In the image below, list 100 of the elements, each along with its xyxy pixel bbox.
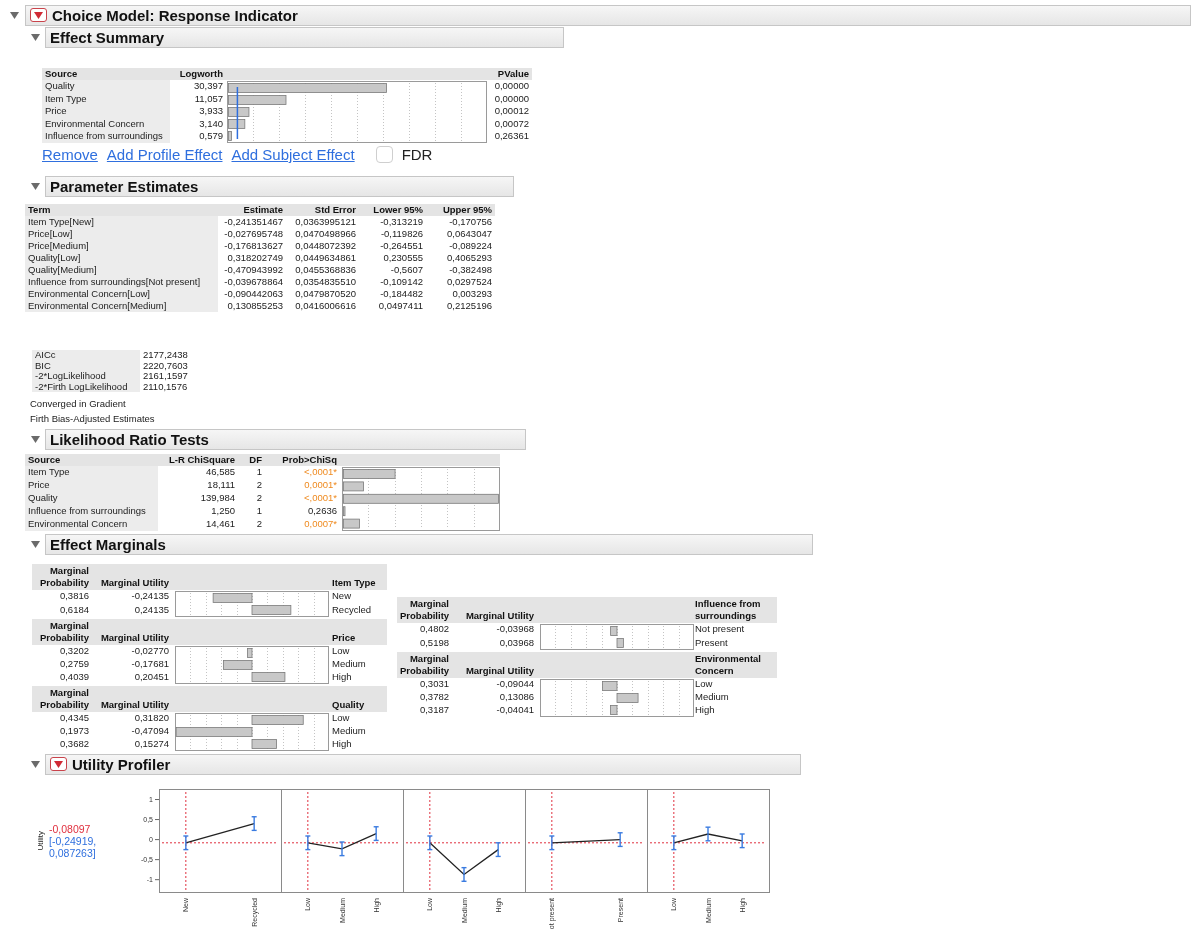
table-cell-text: High [331, 738, 353, 752]
table-cell: Environmental Concern[Low] [25, 288, 218, 300]
table-cell-text: High [694, 704, 716, 718]
table-cell: -2*Firth LogLikelihood [32, 381, 140, 392]
table-cell-text: 0,00000 [493, 80, 530, 93]
table-cell-text: 0,5198 [418, 636, 450, 650]
table-cell-text: 0,0455368836 [294, 264, 357, 276]
table-cell-text: 0,20451 [133, 671, 170, 685]
table-cell-text: 0,0643047 [446, 228, 493, 240]
table-cell-text: Low [694, 678, 714, 692]
table-cell-text: 3,933 [198, 105, 224, 118]
table-cell: AICc [32, 350, 140, 361]
table-cell-text: -0,02770 [130, 645, 170, 659]
table-cell: Price [42, 105, 170, 118]
table-cell-text: 0,3031 [418, 678, 450, 692]
column-header: Lower 95% [372, 204, 424, 216]
section-title: Choice Model: Response Indicator [52, 6, 298, 24]
column-header: Marginal Utility [464, 664, 535, 679]
table-cell: Quality [42, 80, 170, 93]
table-cell-text: -0,109142 [379, 276, 424, 288]
column-header: Prob>ChiSq [281, 454, 338, 467]
table-cell-text: 18,111 [206, 479, 236, 493]
table-cell-text: -0,470943992 [223, 264, 284, 276]
column-header: Marginal Probability [399, 597, 451, 624]
column-header: Marginal Utility [99, 698, 170, 713]
table-cell-text: High [331, 671, 353, 685]
table-cell-text: 2177,2438 [142, 350, 189, 361]
table-cell-text: 0,2759 [58, 658, 90, 672]
column-header: DF [248, 454, 263, 467]
column-header: L-R ChiSquare [168, 454, 236, 467]
column-header: Logworth [178, 68, 224, 80]
table-cell-text: 1,250 [210, 505, 236, 519]
table-cell-text: 2 [255, 492, 263, 506]
table-cell-text: Recycled [331, 603, 373, 617]
table-cell-text: 2 [255, 518, 263, 532]
table-cell-text: -0,264551 [379, 240, 424, 252]
table-cell-text: -0,170756 [448, 216, 493, 228]
section-title: Parameter Estimates [50, 177, 199, 195]
table-cell-text: Medium [694, 691, 730, 705]
table-cell-text: 11,057 [193, 92, 224, 106]
table-cell-text: 0,003293 [451, 288, 493, 300]
table-cell-text: -0,090442063 [223, 288, 284, 300]
table-cell-text: -0,089224 [448, 240, 493, 252]
column-header: Influence from surroundings [694, 597, 762, 624]
table-cell: Influence from surroundings[Not present] [25, 276, 218, 288]
table-cell-text: -0,039678864 [223, 276, 284, 288]
table-cell-text: 1 [255, 505, 263, 519]
table-cell-text: 3,140 [198, 117, 224, 131]
table-cell-text: 0,2125196 [446, 300, 493, 312]
table-cell: Influence from surroundings [42, 130, 170, 143]
column-header: Marginal Probability [38, 619, 90, 646]
table-cell-text: 0,579 [198, 130, 224, 143]
table-cell-text: 0,00072 [493, 117, 530, 131]
table-cell-text: 0,0363995121 [294, 216, 357, 228]
table-cell-text: -0,176813627 [223, 240, 284, 252]
table-cell-text: Present [694, 636, 729, 650]
section-title: Likelihood Ratio Tests [50, 430, 209, 448]
table-cell-text: 0,4039 [58, 671, 90, 685]
table-cell-text: 0,03968 [498, 636, 535, 650]
table-cell-text: 0,130855253 [226, 300, 284, 312]
table-cell-text: 14,461 [204, 518, 236, 532]
table-cell-text: -0,5607 [389, 264, 424, 276]
table-cell-text: 0,0007* [303, 518, 338, 532]
table-cell-text: 0,4065293 [446, 252, 493, 264]
table-cell-text: Low [331, 712, 351, 726]
table-cell-text: 1 [255, 466, 263, 480]
table-cell-text: 0,00000 [493, 92, 530, 106]
table-cell: BIC [32, 360, 140, 371]
column-header: Environmental Concern [694, 652, 762, 679]
table-cell-text: 0,0449634861 [294, 252, 357, 264]
table-cell: Price [25, 479, 158, 493]
table-cell-text: 30,397 [192, 80, 224, 93]
table-cell-text: -0,313219 [379, 216, 424, 228]
table-cell: Price[Low] [25, 228, 218, 240]
column-header: Quality [331, 698, 366, 713]
table-cell: Price[Medium] [25, 240, 218, 252]
table-cell: Environmental Concern[Medium] [25, 300, 218, 312]
column-header: Price [331, 631, 357, 646]
table-cell-text: -0,119826 [379, 228, 424, 240]
table-cell-text: -0,17681 [130, 658, 170, 672]
table-cell-text: Low [331, 645, 351, 659]
status-note: Firth Bias-Adjusted Estimates [30, 412, 156, 426]
table-cell-text: 139,984 [199, 492, 236, 506]
table-cell-text: Medium [331, 725, 367, 739]
table-cell-text: 0,3816 [58, 590, 90, 604]
column-header: Marginal Probability [399, 652, 451, 679]
table-cell-text: 0,230555 [382, 252, 424, 264]
section-title: Utility Profiler [72, 755, 171, 773]
column-header: Marginal Probability [38, 686, 90, 713]
table-cell: Quality [25, 492, 158, 506]
table-cell-text: Not present [694, 623, 746, 637]
column-header: Marginal Utility [99, 576, 170, 591]
column-header: Source [44, 68, 79, 80]
table-cell: Quality[Low] [25, 252, 218, 264]
table-cell-text: 0,0297524 [446, 276, 493, 288]
table-cell-text: 0,3187 [418, 704, 450, 718]
table-cell-text: 0,2636 [306, 505, 338, 519]
table-cell: Environmental Concern [25, 518, 158, 532]
confidence-interval: [-0,24919, 0,087263] [49, 835, 98, 860]
column-header: Item Type [331, 576, 377, 591]
